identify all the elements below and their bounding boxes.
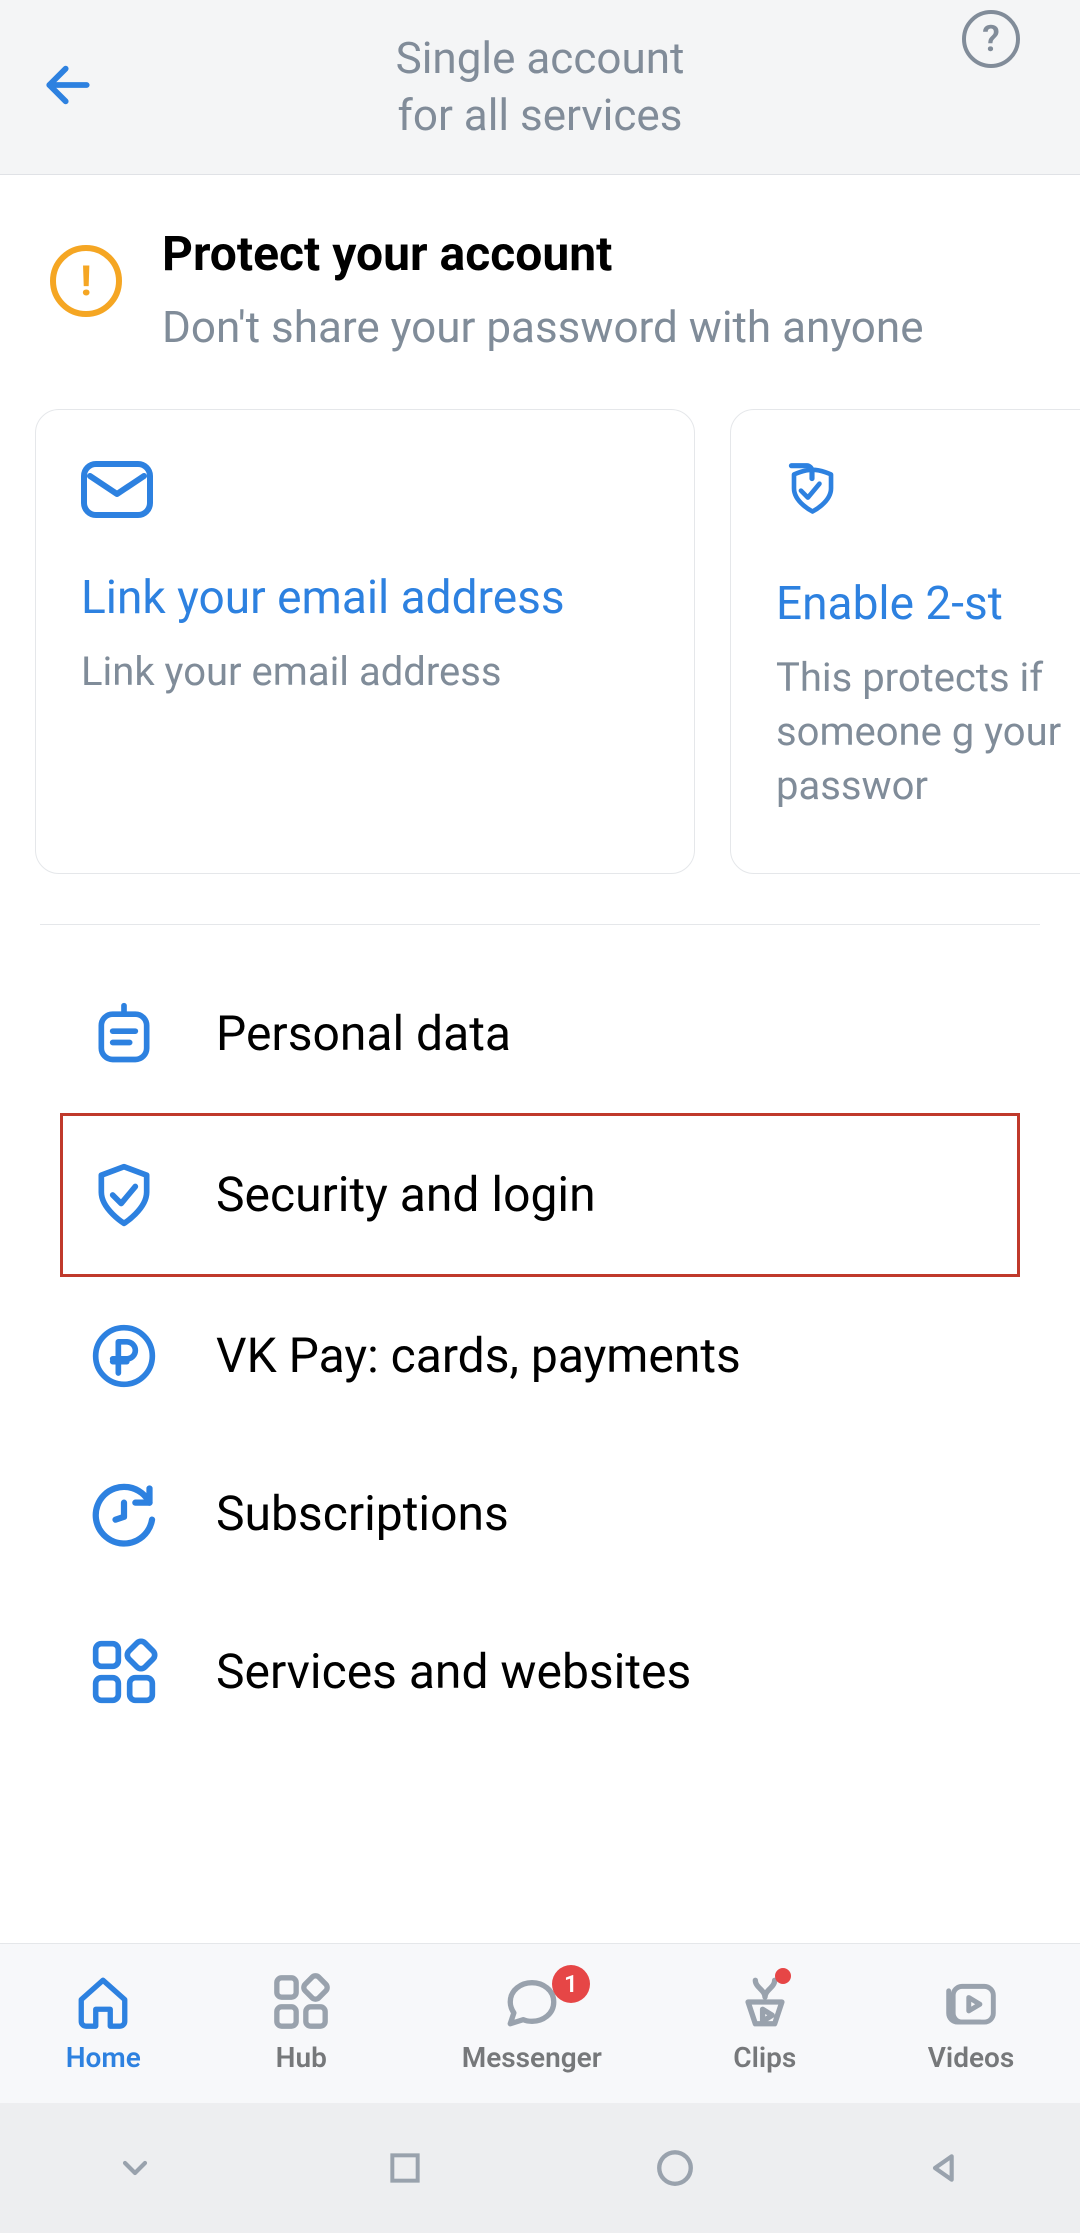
- nav-label: Messenger: [462, 2041, 602, 2074]
- shield-check-icon: [90, 1161, 158, 1229]
- nav-messenger[interactable]: 1 Messenger: [462, 1973, 602, 2074]
- card-title: Enable 2-st: [776, 577, 1080, 631]
- nav-label: Hub: [276, 2041, 327, 2074]
- card-desc: Link your email address: [81, 645, 649, 699]
- nav-clips[interactable]: Clips: [733, 1973, 796, 2074]
- bottom-nav: Home Hub 1 Messenger: [0, 1943, 1080, 2103]
- enable-2fa-card[interactable]: Enable 2-st This protects if someone g y…: [730, 409, 1080, 874]
- header: Single account for all services ?: [0, 0, 1080, 175]
- nav-label: Home: [66, 2041, 141, 2074]
- system-nav: [0, 2103, 1080, 2233]
- sys-overview[interactable]: [382, 2145, 428, 2191]
- menu-personal-data[interactable]: Personal data: [90, 955, 990, 1113]
- menu-label: Services and websites: [216, 1643, 691, 1700]
- link-email-card[interactable]: Link your email address Link your email …: [35, 409, 695, 874]
- messenger-badge: 1: [552, 1965, 590, 2003]
- card-title: Link your email address: [81, 571, 649, 625]
- card-desc: This protects if someone g your passwor: [776, 651, 1080, 813]
- back-button[interactable]: [40, 57, 96, 117]
- personal-data-icon: [90, 1000, 158, 1068]
- shield-check-icon: [776, 460, 848, 528]
- nav-label: Clips: [733, 2041, 796, 2074]
- grid-icon: [90, 1638, 158, 1706]
- menu-label: Subscriptions: [216, 1485, 509, 1542]
- clock-rotate-icon: [90, 1480, 158, 1548]
- page-title: Single account for all services: [396, 30, 685, 144]
- menu-services[interactable]: Services and websites: [90, 1593, 990, 1751]
- protect-heading: Protect your account: [162, 225, 924, 282]
- menu-subscriptions[interactable]: Subscriptions: [90, 1435, 990, 1593]
- hub-icon: [272, 1973, 330, 2031]
- help-button[interactable]: ?: [962, 10, 1020, 68]
- nav-videos[interactable]: Videos: [928, 1973, 1015, 2074]
- home-icon: [74, 1973, 132, 2031]
- alert-icon: !: [50, 245, 122, 317]
- menu-label: Security and login: [216, 1166, 596, 1223]
- menu-vkpay[interactable]: VK Pay: cards, payments: [90, 1277, 990, 1435]
- protect-subtext: Don't share your password with anyone: [162, 297, 924, 359]
- menu-label: VK Pay: cards, payments: [216, 1327, 741, 1384]
- sys-back[interactable]: [922, 2145, 968, 2191]
- nav-home[interactable]: Home: [66, 1973, 141, 2074]
- security-cards: Link your email address Link your email …: [0, 409, 1080, 924]
- ruble-circle-icon: [90, 1322, 158, 1390]
- settings-menu: Personal data Security and login VK Pay:…: [40, 924, 1040, 1751]
- sys-home[interactable]: [652, 2145, 698, 2191]
- protect-banner: ! Protect your account Don't share your …: [0, 175, 1080, 409]
- sys-recent[interactable]: [112, 2145, 158, 2191]
- mail-icon: [81, 460, 153, 522]
- nav-label: Videos: [928, 2041, 1015, 2074]
- menu-label: Personal data: [216, 1005, 511, 1062]
- nav-hub[interactable]: Hub: [272, 1973, 330, 2074]
- videos-icon: [942, 1973, 1000, 2031]
- menu-security-login[interactable]: Security and login: [60, 1113, 1020, 1277]
